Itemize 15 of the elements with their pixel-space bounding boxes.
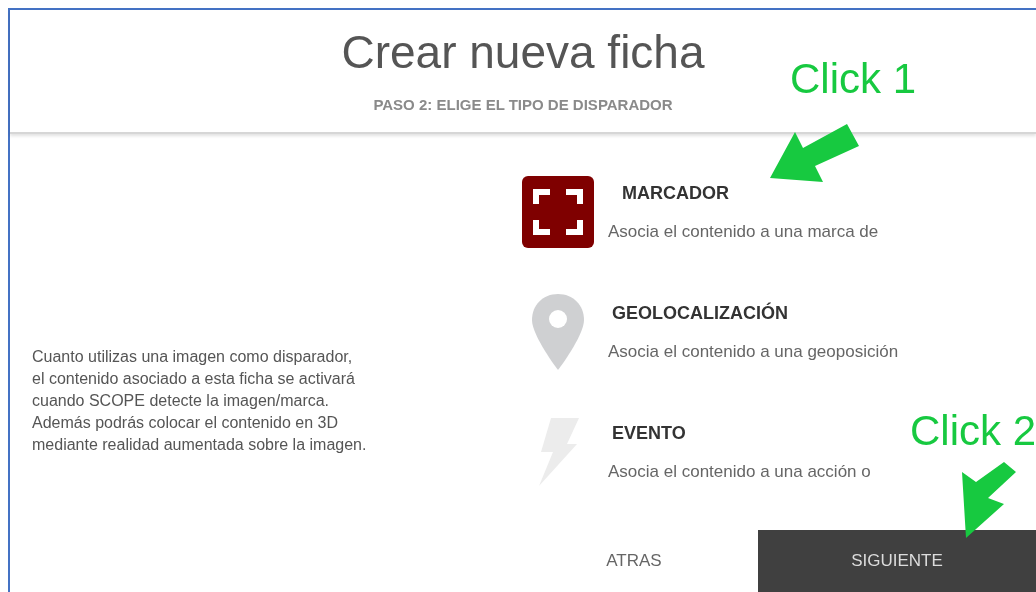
option-description: Asocia el contenido a una geoposición [608, 340, 899, 363]
page-title: Crear nueva ficha [341, 25, 705, 80]
page-subtitle: PASO 2: ELIGE EL TIPO DE DISPARADOR [373, 95, 673, 115]
annotation-label: Click 1 [790, 54, 917, 104]
trigger-option[interactable]: GEOLOCALIZACIÓN Asocia el contenido a una geoposición [522, 292, 899, 372]
option-description: Asocia el contenido a una marca de [608, 220, 879, 243]
option-description: Asocia el contenido a una acción o [608, 460, 871, 483]
annotation-label: Click 2 [910, 406, 1036, 456]
next-button[interactable]: SIGUIENTE [758, 530, 1036, 592]
trigger-option[interactable]: MARCADOR Asocia el contenido a una marca de [522, 172, 879, 252]
trigger-option[interactable]: EVENTO Asocia el contenido a una acción o [522, 412, 871, 492]
option-title: EVENTO [611, 421, 687, 445]
description-text: Cuanto utilizas una imagen como disparador, el contenido asociado a esta ficha se activará cuando SCOPE detecte la imagen/marca. Además podrás colocar el contenido en 3D mediante realidad aumentada sobre la imagen. [32, 347, 367, 455]
option-title: MARCADOR [621, 181, 730, 205]
option-title: GEOLOCALIZACIÓN [611, 301, 789, 325]
